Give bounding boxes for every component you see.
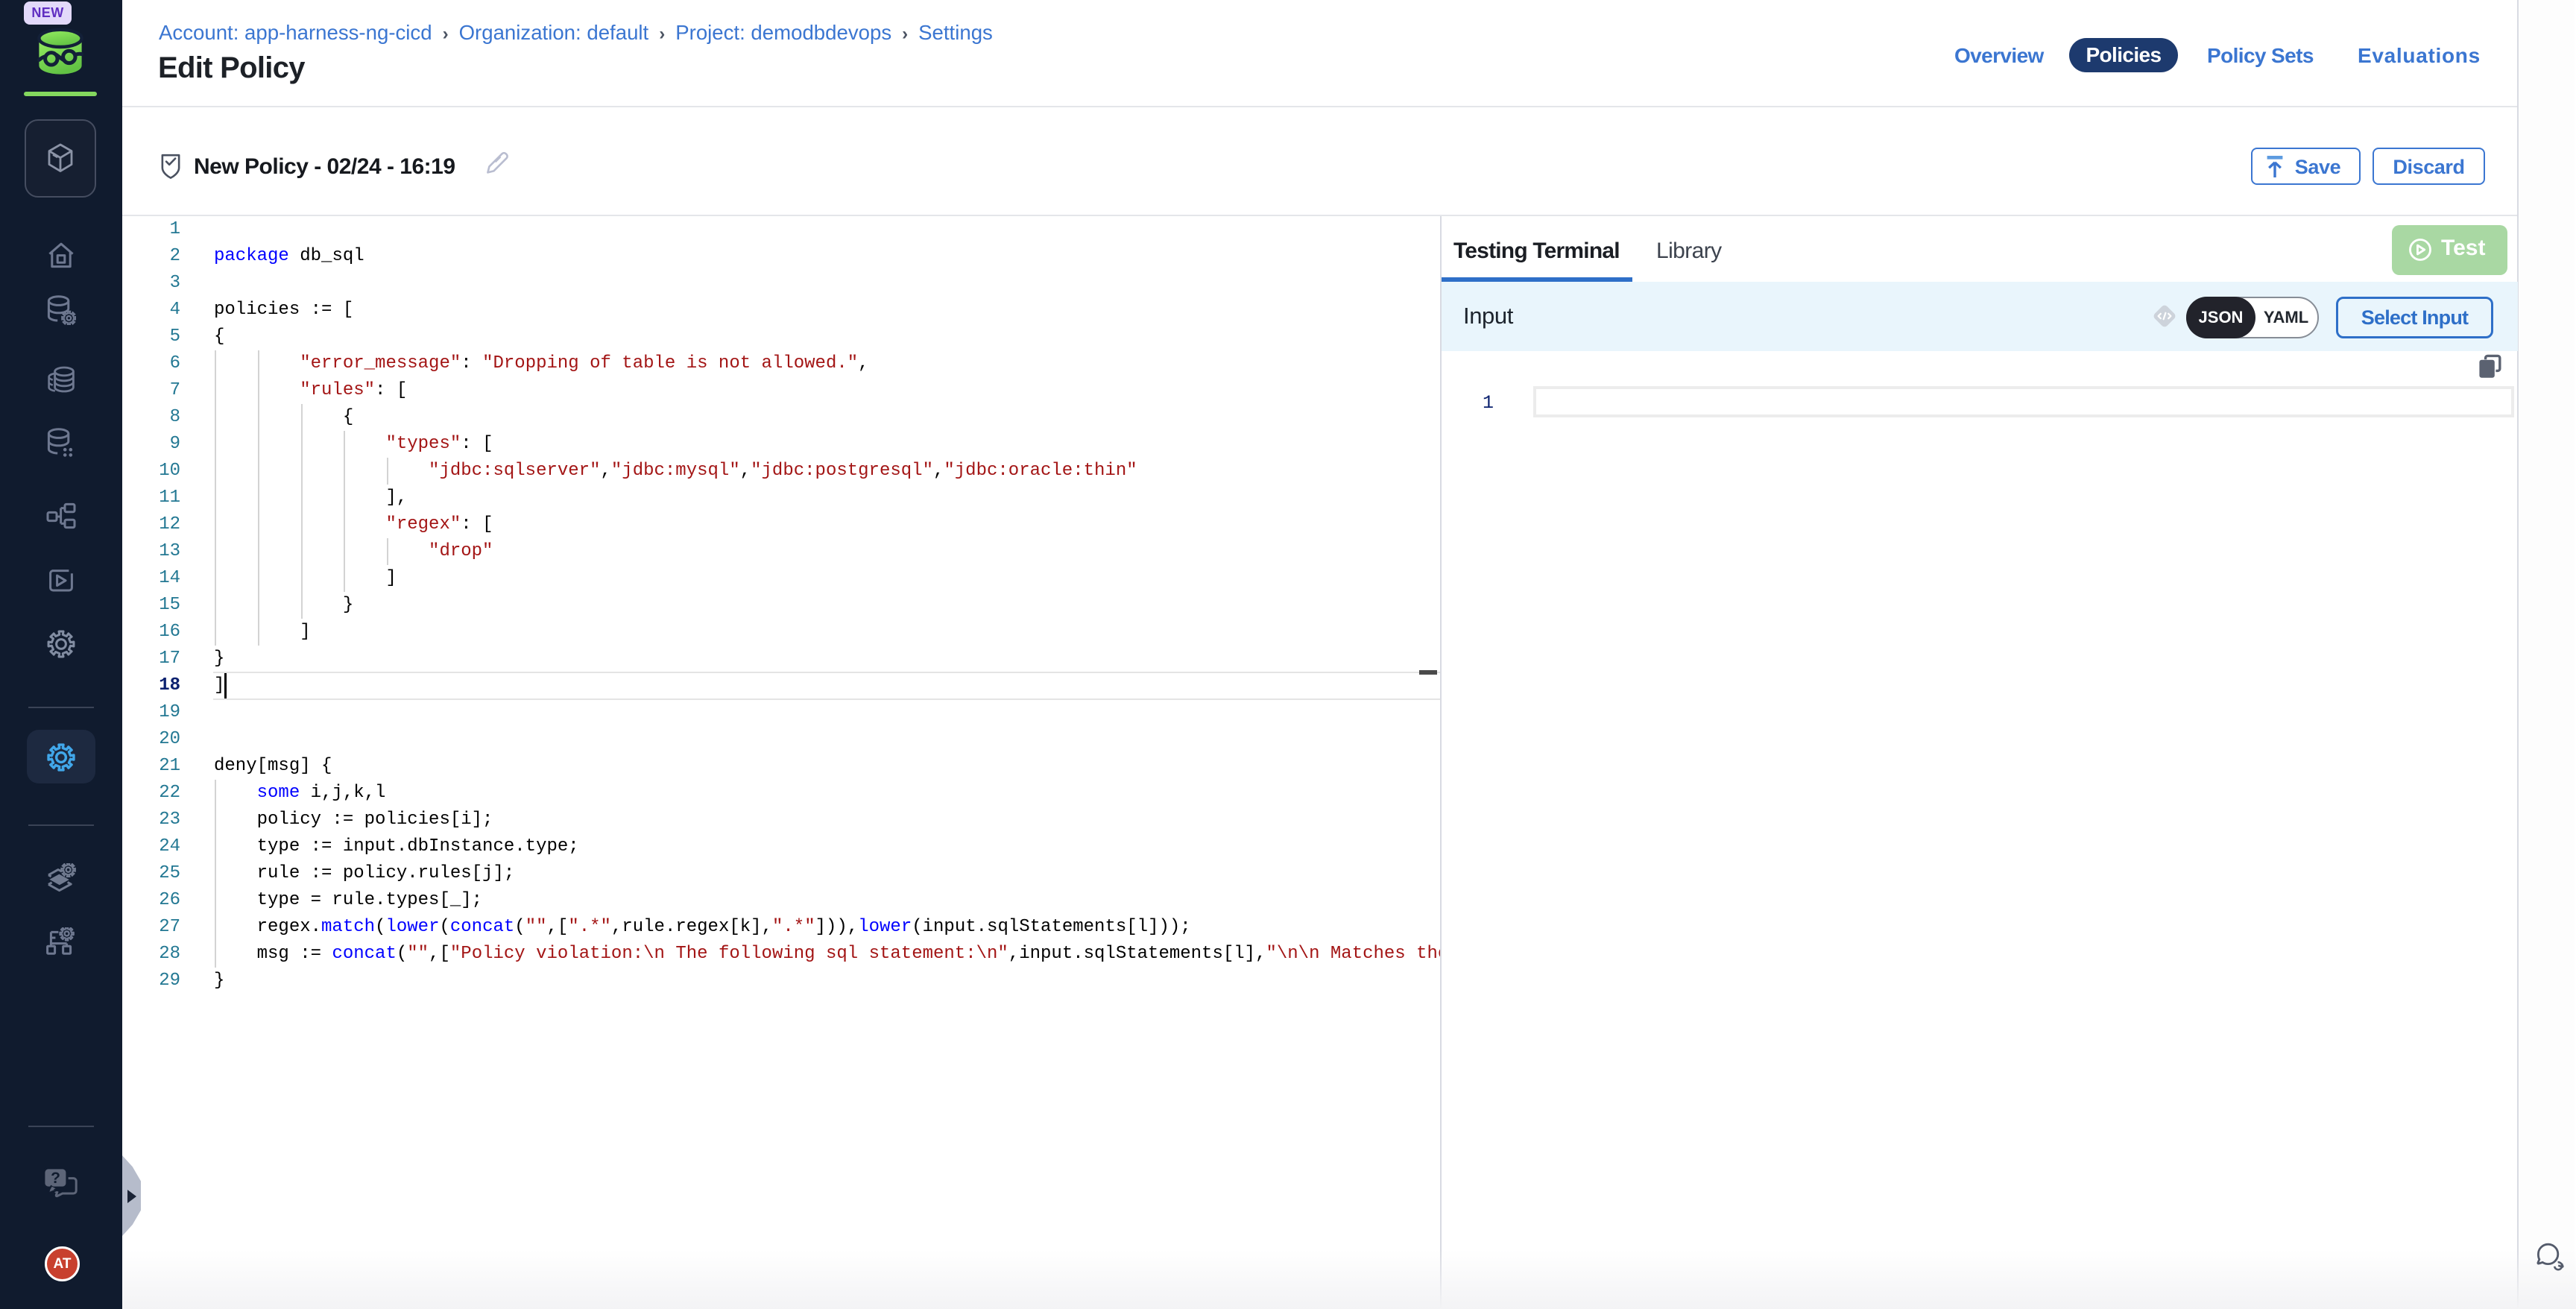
svg-text:?: ? <box>51 1170 60 1187</box>
